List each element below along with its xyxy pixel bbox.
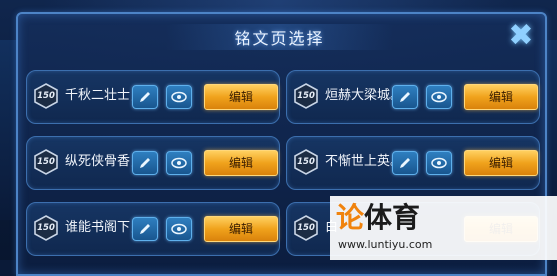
- eye-icon: [431, 157, 447, 169]
- preview-button[interactable]: [166, 151, 192, 175]
- preview-button[interactable]: [166, 85, 192, 109]
- rename-button[interactable]: [132, 151, 158, 175]
- dialog-title-bar: 铭文页选择: [16, 18, 543, 56]
- pencil-icon: [400, 158, 410, 168]
- pencil-icon: [140, 224, 150, 234]
- level-value: 150: [37, 157, 55, 167]
- watermark-logo: 论体育: [336, 200, 420, 236]
- level-value: 150: [297, 223, 315, 233]
- rune-page-card[interactable]: 150 谁能书阁下， 编辑: [26, 202, 280, 256]
- preview-button[interactable]: [426, 85, 452, 109]
- level-value: 150: [37, 223, 55, 233]
- rune-page-card[interactable]: 150 纵死侠骨香， 编辑: [26, 136, 280, 190]
- pencil-icon: [400, 92, 410, 102]
- level-value: 150: [37, 91, 55, 101]
- rune-page-card[interactable]: 150 烜赫大梁城。 编辑: [286, 70, 540, 124]
- close-icon[interactable]: ✖: [503, 20, 539, 52]
- eye-icon: [431, 91, 447, 103]
- edit-button[interactable]: 编辑: [204, 216, 278, 242]
- edit-button[interactable]: 编辑: [204, 84, 278, 110]
- rename-button[interactable]: [392, 151, 418, 175]
- level-badge: 150: [33, 83, 59, 109]
- rune-page-card[interactable]: 150 千秋二壮士， 编辑: [26, 70, 280, 124]
- site-watermark: 论体育 www.luntiyu.com: [330, 196, 557, 260]
- level-badge: 150: [293, 149, 319, 175]
- rename-button[interactable]: [132, 217, 158, 241]
- level-badge: 150: [293, 83, 319, 109]
- rune-page-card[interactable]: 150 不惭世上英。 编辑: [286, 136, 540, 190]
- level-badge: 150: [33, 149, 59, 175]
- watermark-url: www.luntiyu.com: [338, 238, 433, 251]
- dialog-title: 铭文页选择: [234, 29, 325, 48]
- rename-button[interactable]: [392, 85, 418, 109]
- watermark-brand-2: 体育: [364, 201, 421, 234]
- level-value: 150: [297, 91, 315, 101]
- preview-button[interactable]: [166, 217, 192, 241]
- edit-button[interactable]: 编辑: [464, 84, 538, 110]
- pencil-icon: [140, 92, 150, 102]
- edit-button[interactable]: 编辑: [464, 150, 538, 176]
- level-badge: 150: [293, 215, 319, 241]
- preview-button[interactable]: [426, 151, 452, 175]
- edit-button[interactable]: 编辑: [204, 150, 278, 176]
- eye-icon: [171, 91, 187, 103]
- rename-button[interactable]: [132, 85, 158, 109]
- eye-icon: [171, 157, 187, 169]
- eye-icon: [171, 223, 187, 235]
- level-badge: 150: [33, 215, 59, 241]
- pencil-icon: [140, 158, 150, 168]
- watermark-brand-1: 论: [336, 201, 365, 234]
- level-value: 150: [297, 157, 315, 167]
